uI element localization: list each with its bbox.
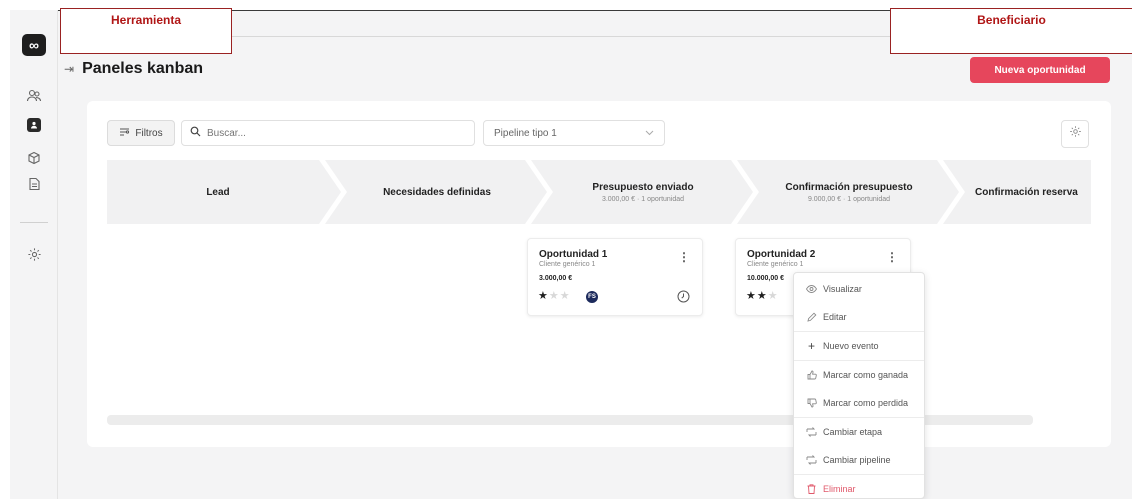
- toolbar: Filtros Pipeline tipo 1: [87, 101, 1111, 161]
- pipeline-select-value: Pipeline tipo 1: [494, 127, 557, 139]
- menu-item-label: Nuevo evento: [823, 341, 879, 351]
- clock-icon[interactable]: [677, 290, 690, 303]
- chevron-down-icon: [645, 128, 654, 139]
- stage-budget-sent[interactable]: Presupuesto enviado 3.000,00 € · 1 oport…: [543, 160, 743, 224]
- card-client: Cliente genérico 1: [747, 261, 804, 268]
- menu-item-mark-won[interactable]: Marcar como ganada: [794, 361, 924, 389]
- board-settings-button[interactable]: [1061, 120, 1089, 148]
- filters-button[interactable]: Filtros: [107, 120, 175, 146]
- stage-name: Necesidades definidas: [383, 186, 491, 198]
- document-icon[interactable]: [24, 174, 44, 194]
- card-amount: 10.000,00 €: [747, 275, 784, 282]
- star-icon[interactable]: ★: [549, 291, 559, 302]
- pencil-icon: [806, 312, 817, 323]
- plus-icon: +: [807, 339, 815, 353]
- menu-item-view[interactable]: Visualizar: [794, 275, 924, 303]
- menu-item-change-pipeline[interactable]: Cambiar pipeline: [794, 446, 924, 474]
- collapse-icon[interactable]: ⇥: [64, 62, 74, 76]
- opportunity-card[interactable]: Oportunidad 1 Cliente genérico 1 3.000,0…: [527, 238, 703, 316]
- stage-lead[interactable]: Lead: [107, 160, 329, 224]
- star-icon[interactable]: ★: [768, 291, 778, 302]
- page-header: ⇥ Paneles kanban: [64, 60, 203, 78]
- stage-name: Lead: [206, 186, 230, 198]
- avatar: FS: [586, 291, 598, 303]
- star-icon[interactable]: ★: [757, 291, 767, 302]
- eye-icon: [806, 284, 817, 295]
- card-title: Oportunidad 2: [747, 249, 816, 260]
- menu-item-label: Eliminar: [823, 484, 856, 494]
- settings-icon[interactable]: [24, 244, 44, 264]
- gear-icon: [1069, 125, 1082, 143]
- search-icon: [190, 126, 201, 140]
- pipeline-select[interactable]: Pipeline tipo 1: [483, 120, 665, 146]
- menu-item-mark-lost[interactable]: Marcar como perdida: [794, 389, 924, 417]
- kanban-panel: Filtros Pipeline tipo 1: [87, 101, 1111, 447]
- menu-item-change-stage[interactable]: Cambiar etapa: [794, 418, 924, 446]
- thumbs-down-icon: [806, 398, 817, 409]
- tool-tag: Herramienta: [60, 8, 232, 54]
- filters-label: Filtros: [135, 127, 163, 139]
- page-title: Paneles kanban: [82, 60, 204, 77]
- stage-name: Confirmación presupuesto: [785, 181, 913, 193]
- card-amount: 3.000,00 €: [539, 275, 573, 282]
- stage-booking-confirmed[interactable]: Confirmación reserva: [965, 160, 1091, 224]
- card-rating[interactable]: ★ ★ ★: [538, 291, 570, 302]
- card-title: Oportunidad 1: [539, 249, 608, 260]
- stage-bar: Lead Necesidades definidas Presupuesto e…: [107, 160, 1091, 224]
- search-input[interactable]: [207, 127, 447, 139]
- package-icon[interactable]: [24, 148, 44, 168]
- menu-item-label: Marcar como ganada: [823, 370, 909, 380]
- stage-needs-defined[interactable]: Necesidades definidas: [337, 160, 537, 224]
- contacts-icon[interactable]: [24, 86, 44, 106]
- card-rating[interactable]: ★ ★ ★: [746, 291, 778, 302]
- swap-icon: [806, 427, 817, 438]
- stage-budget-confirmed[interactable]: Confirmación presupuesto 9.000,00 € · 1 …: [749, 160, 949, 224]
- sidebar: ∞: [10, 10, 58, 499]
- beneficiary-tag: Beneficiario: [890, 8, 1132, 54]
- more-vertical-icon[interactable]: ⋮: [886, 251, 898, 263]
- filter-icon: [119, 127, 130, 140]
- menu-item-label: Editar: [823, 312, 847, 322]
- new-opportunity-button[interactable]: Nueva oportunidad: [970, 57, 1110, 83]
- beneficiary-tag-label: Beneficiario: [977, 13, 1046, 27]
- menu-item-label: Marcar como perdida: [823, 398, 909, 408]
- card-context-menu: Visualizar Editar + Nuevo evento Marcar …: [793, 272, 925, 499]
- star-icon[interactable]: ★: [538, 291, 548, 302]
- search-box[interactable]: [181, 120, 475, 146]
- stage-summary: 3.000,00 € · 1 oportunidad: [601, 195, 685, 203]
- app-logo[interactable]: ∞: [22, 34, 46, 56]
- more-vertical-icon[interactable]: ⋮: [678, 251, 690, 263]
- user-card-icon[interactable]: [27, 118, 41, 132]
- menu-item-label: Visualizar: [823, 284, 862, 294]
- stage-name: Presupuesto enviado: [592, 181, 694, 193]
- card-client: Cliente genérico 1: [539, 261, 596, 268]
- swap-icon: [806, 455, 817, 466]
- menu-item-delete[interactable]: Eliminar: [794, 475, 924, 498]
- menu-item-label: Cambiar etapa: [823, 427, 883, 437]
- menu-item-label: Cambiar pipeline: [823, 455, 891, 465]
- star-icon[interactable]: ★: [746, 291, 756, 302]
- thumbs-up-icon: [806, 370, 817, 381]
- menu-item-new-event[interactable]: + Nuevo evento: [794, 332, 924, 360]
- stage-name: Confirmación reserva: [975, 186, 1078, 198]
- trash-icon: [806, 484, 817, 495]
- sidebar-divider: [20, 222, 48, 223]
- star-icon[interactable]: ★: [560, 291, 570, 302]
- menu-item-edit[interactable]: Editar: [794, 303, 924, 331]
- stage-summary: 9.000,00 € · 1 oportunidad: [807, 195, 891, 203]
- tool-tag-label: Herramienta: [110, 13, 182, 27]
- top-divider: [232, 36, 890, 37]
